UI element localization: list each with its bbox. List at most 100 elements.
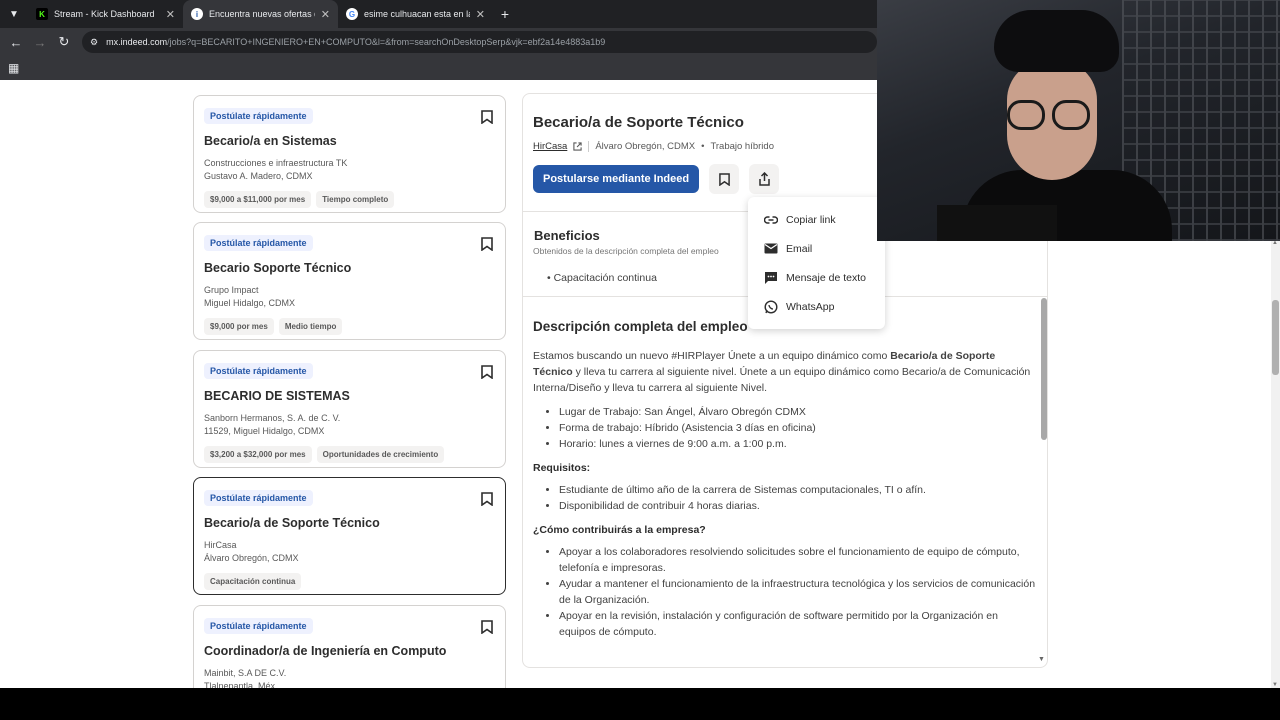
screen-bottom-bar: [0, 688, 1280, 720]
share-text-message[interactable]: Mensaje de texto: [748, 263, 885, 292]
forward-arrow-icon[interactable]: →: [30, 32, 50, 52]
meta-divider: [588, 141, 590, 152]
job-title[interactable]: Becario Soporte Técnico: [204, 261, 495, 275]
list-item: Forma de trabajo: Híbrido (Asistencia 3 …: [559, 420, 1037, 436]
requirements-list: Estudiante de último año de la carrera d…: [533, 482, 1037, 514]
quick-apply-badge: Postúlate rápidamente: [204, 490, 313, 506]
whatsapp-icon: [764, 299, 778, 314]
job-card[interactable]: Postúlate rápidamente Becario Soporte Té…: [193, 222, 506, 340]
job-location: Miguel Hidalgo, CDMX: [204, 298, 296, 308]
job-title[interactable]: Becario/a de Soporte Técnico: [204, 516, 495, 530]
benefit-text: Capacitación continua: [553, 272, 657, 284]
quick-apply-badge: Postúlate rápidamente: [204, 235, 313, 251]
browser-toolbar: ← → ↻ ⚙ mx.indeed.com/jobs?q=BECARITO+IN…: [0, 28, 877, 56]
scroll-down-arrow-icon[interactable]: ▼: [1038, 656, 1045, 663]
browser-tab-active[interactable]: i Encuentra nuevas ofertas de Be ✕: [183, 0, 338, 28]
list-item: Lugar de Trabajo: San Ángel, Álvaro Obre…: [559, 404, 1037, 420]
tab-title: Stream - Kick Dashboard: [54, 9, 155, 19]
reload-icon[interactable]: ↻: [54, 32, 74, 52]
company-link[interactable]: HirCasa: [533, 141, 567, 152]
job-location: Gustavo A. Madero, CDMX: [204, 171, 313, 181]
job-card-selected[interactable]: Postúlate rápidamente Becario/a de Sopor…: [193, 477, 506, 595]
salary-tag: $3,200 a $32,000 por mes: [204, 446, 312, 463]
list-item: Apoyar en la revisión, instalación y con…: [559, 608, 1037, 640]
bookmark-icon[interactable]: [481, 365, 493, 379]
external-link-icon[interactable]: [573, 142, 582, 151]
job-title[interactable]: Becario/a en Sistemas: [204, 134, 495, 148]
page-scrollbar[interactable]: ▲ ▼: [1271, 240, 1280, 688]
share-button[interactable]: [749, 164, 780, 194]
job-location: 11529, Miguel Hidalgo, CDMX: [204, 426, 325, 436]
share-item-label: Mensaje de texto: [786, 271, 866, 284]
share-copy-link[interactable]: Copiar link: [748, 205, 885, 234]
google-favicon-icon: G: [346, 8, 358, 20]
kick-favicon-icon: K: [36, 8, 48, 20]
apply-button[interactable]: Postularse mediante Indeed: [533, 165, 700, 193]
benefit-tag: Capacitación continua: [204, 573, 302, 590]
share-whatsapp[interactable]: WhatsApp: [748, 292, 885, 321]
address-bar[interactable]: ⚙ mx.indeed.com/jobs?q=BECARITO+INGENIER…: [82, 31, 877, 53]
contribution-list: Apoyar a los colaboradores resolviendo s…: [533, 544, 1037, 640]
save-job-button[interactable]: [709, 164, 740, 194]
share-menu: Copiar link Email Mensaje de texto Whats…: [748, 197, 885, 329]
list-item: Ayudar a mantener el funcionamiento de l…: [559, 576, 1037, 608]
job-card[interactable]: Postúlate rápidamente BECARIO DE SISTEMA…: [193, 350, 506, 468]
contribution-heading: ¿Cómo contribuirás a la empresa?: [533, 524, 706, 536]
browser-tab-bar: ▼ K Stream - Kick Dashboard ✕ i Encuentr…: [0, 0, 877, 28]
description-intro: Estamos buscando un nuevo #HIRPlayer Úne…: [533, 348, 1037, 396]
salary-tag: $9,000 por mes: [204, 318, 274, 335]
glasses-icon: [1052, 100, 1090, 130]
requirements-heading: Requisitos:: [533, 462, 591, 474]
glasses-icon: [1007, 100, 1045, 130]
tab-search-dropdown-icon[interactable]: ▼: [0, 0, 28, 28]
benefit-tag: Oportunidades de crecimiento: [316, 446, 445, 463]
description-scrollbar-thumb[interactable]: [1041, 298, 1047, 440]
browser-tab[interactable]: K Stream - Kick Dashboard ✕: [28, 0, 183, 28]
close-tab-icon[interactable]: ✕: [166, 8, 175, 21]
bookmark-icon[interactable]: [481, 110, 493, 124]
webcam-cable: [937, 205, 1057, 241]
company-name: Mainbit, S.A DE C.V.: [204, 668, 287, 678]
quick-apply-badge: Postúlate rápidamente: [204, 618, 313, 634]
back-arrow-icon[interactable]: ←: [6, 32, 26, 52]
share-email[interactable]: Email: [748, 234, 885, 263]
close-tab-icon[interactable]: ✕: [321, 8, 330, 21]
job-title[interactable]: BECARIO DE SISTEMAS: [204, 389, 495, 403]
list-item: Estudiante de último año de la carrera d…: [559, 482, 1037, 498]
browser-tab[interactable]: G esime culhuacan esta en la mig ✕: [338, 0, 493, 28]
job-type-tag: Tiempo completo: [316, 191, 395, 208]
indeed-favicon-icon: i: [191, 8, 203, 20]
page-scrollbar-thumb[interactable]: [1272, 300, 1279, 375]
work-mode: Trabajo híbrido: [710, 141, 774, 152]
bookmark-icon[interactable]: [481, 492, 493, 506]
company-name: Construcciones e infraestructura TK: [204, 158, 348, 168]
site-info-icon[interactable]: ⚙: [90, 37, 98, 48]
share-item-label: Copiar link: [786, 213, 836, 226]
bookmark-icon[interactable]: [481, 237, 493, 251]
list-item: Apoyar a los colaboradores resolviendo s…: [559, 544, 1037, 576]
webcam-overlay: [877, 0, 1280, 241]
bookmarks-bar: ▦: [0, 56, 877, 80]
message-icon: [765, 272, 777, 284]
job-card[interactable]: Postúlate rápidamente Becario/a en Siste…: [193, 95, 506, 213]
share-item-label: Email: [786, 242, 813, 255]
intro-text: Estamos buscando un nuevo #HIRPlayer Úne…: [533, 350, 891, 362]
apps-grid-icon[interactable]: ▦: [8, 61, 19, 75]
job-title[interactable]: Coordinador/a de Ingeniería en Computo: [204, 644, 495, 658]
job-location: Álvaro Obregón, CDMX: [204, 553, 299, 563]
company-name: Grupo Impact: [204, 285, 259, 295]
share-icon: [758, 172, 770, 186]
close-tab-icon[interactable]: ✕: [476, 8, 485, 21]
dot-separator: •: [701, 141, 705, 152]
tab-title: Encuentra nuevas ofertas de Be: [209, 9, 315, 19]
bookmark-icon[interactable]: [481, 620, 493, 634]
url-path: /jobs?q=BECARITO+INGENIERO+EN+COMPUTO&l=…: [167, 37, 606, 47]
new-tab-icon[interactable]: +: [493, 0, 517, 28]
quick-apply-badge: Postúlate rápidamente: [204, 363, 313, 379]
job-location: Álvaro Obregón, CDMX: [595, 141, 696, 152]
salary-tag: $9,000 a $11,000 por mes: [204, 191, 312, 208]
screen: ▼ K Stream - Kick Dashboard ✕ i Encuentr…: [0, 0, 1280, 720]
email-icon: [764, 243, 778, 254]
intro-text-end: y lleva tu carrera al siguiente nivel. Ú…: [533, 366, 1031, 394]
job-card[interactable]: Postúlate rápidamente Coordinador/a de I…: [193, 605, 506, 691]
